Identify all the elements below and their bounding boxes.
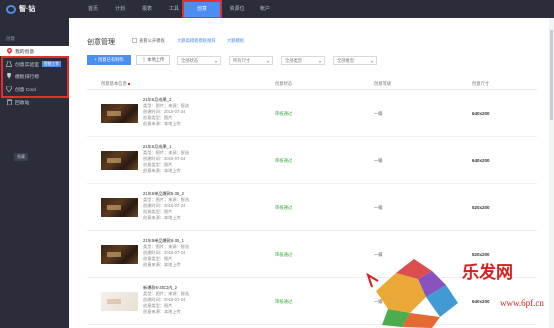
creative-thumbnail[interactable]: [101, 292, 138, 311]
location-pin-icon: [6, 48, 12, 54]
chevron-down-icon: ▾: [214, 59, 217, 64]
column-header-info: 创意基本信息: [101, 81, 130, 87]
recommended-template-link[interactable]: 大额高模板模板推荐: [177, 38, 216, 44]
nav-highlight-box: [182, 0, 222, 19]
status-text: 审核通过: [275, 205, 293, 210]
size-text: 520x200: [472, 205, 490, 210]
status-text: 审核通过: [275, 299, 293, 304]
creative-meta: 21年5单品爆款6-35_2 类型：图片；来源：智选 创建时间：2016-07-…: [143, 191, 190, 220]
creative-meta: 新爆款6-35口内_2 类型：图片；来源：智选 创建时间：2016-07-24 …: [143, 285, 190, 314]
nav-tools[interactable]: 工具: [165, 0, 183, 18]
logo[interactable]: 智·钻: [6, 3, 42, 15]
page-title: 创意管理: [87, 39, 115, 46]
level-text: 一级: [374, 205, 383, 210]
size-text: 640x200: [472, 111, 490, 116]
column-header-size: 创意尺寸: [472, 81, 490, 86]
sidebar-highlight-box: [1, 56, 69, 98]
creative-thumbnail[interactable]: [101, 198, 138, 217]
create-creative-button[interactable]: + 创意已有制作: [87, 55, 131, 65]
status-text: 审核通过: [275, 252, 293, 257]
column-header-level: 创意等级: [374, 81, 392, 86]
nav-plan[interactable]: 计划: [111, 0, 129, 18]
status-text: 审核通过: [275, 111, 293, 116]
chevron-down-icon: ▾: [318, 59, 321, 64]
table-row[interactable]: 21年5单品爆款6-35_2 类型：图片；来源：智选 创建时间：2016-07-…: [87, 184, 537, 231]
watermark-url: www.6pf.cn: [500, 298, 544, 308]
chevron-down-icon: ▾: [370, 59, 373, 64]
size-filter-select[interactable]: 所有尺寸 ▾: [229, 56, 273, 65]
sidebar-section-title: 创意: [6, 36, 15, 41]
nav-report[interactable]: 报表: [138, 0, 156, 18]
sidebar-item-trash[interactable]: 回收站: [0, 97, 69, 107]
nav-resources[interactable]: 资源位: [226, 0, 248, 18]
sidebar-item-label: 回收站: [15, 100, 30, 106]
public-template-checkbox[interactable]: [132, 38, 137, 43]
table-row[interactable]: 21年5月成果_2 类型：图片；来源：智选 创建时间：2016-07-24 创意…: [87, 90, 537, 137]
logo-icon: [6, 4, 16, 14]
sidebar-item-label: 我的创意: [15, 49, 35, 55]
chevron-down-icon: ▾: [266, 59, 269, 64]
creative-thumbnail[interactable]: [101, 151, 138, 170]
size-text: 640x200: [472, 158, 490, 163]
nav-account[interactable]: 帐户: [256, 0, 274, 18]
status-filter-select[interactable]: 全部状态 ▾: [177, 56, 221, 65]
table-row[interactable]: 21年5月成果_1 类型：图片；来源：智选 创建时间：2016-07-24 创意…: [87, 137, 537, 184]
push-type-filter-select[interactable]: 全部推型 ▾: [333, 56, 377, 65]
sidebar-collapse-button[interactable]: 隐藏: [14, 153, 28, 161]
top-navigation: 智·钻 首页 计划 报表 工具 创意 资源位 帐户: [0, 0, 554, 18]
bull-watermark-icon: [366, 259, 458, 328]
level-text: 一级: [374, 111, 383, 116]
creative-meta: 21年5月成果_2 类型：图片；来源：智选 创建时间：2016-07-24 创意…: [143, 97, 190, 126]
nav-home[interactable]: 首页: [84, 0, 102, 18]
sidebar-item-my-creative[interactable]: 我的创意: [0, 46, 69, 56]
creative-meta: 21年5月成果_1 类型：图片；来源：智选 创建时间：2016-07-24 创意…: [143, 144, 190, 173]
checkbox-label: 查看公开模板: [139, 38, 165, 43]
table-header: 创意基本信息 创意状态 创意等级 创意尺寸: [87, 78, 537, 90]
trash-icon: [6, 99, 12, 105]
creative-thumbnail[interactable]: [101, 104, 138, 123]
status-text: 审核通过: [275, 158, 293, 163]
level-text: 一级: [374, 158, 383, 163]
large-template-link[interactable]: 大额模板: [227, 38, 244, 44]
local-upload-button[interactable]: ⇧ 本地上传: [136, 55, 170, 65]
type-filter-select[interactable]: 全部类型 ▾: [281, 56, 325, 65]
scrollbar-thumb[interactable]: [550, 30, 553, 120]
watermark-brand: 乐发网: [462, 263, 513, 283]
creative-thumbnail[interactable]: [101, 245, 138, 264]
creative-meta: 21年5单品爆款6-35_1 类型：图片；来源：智选 创建时间：2016-07-…: [143, 238, 190, 267]
column-header-status: 创意状态: [275, 81, 293, 86]
logo-text: 智·钻: [19, 6, 36, 13]
